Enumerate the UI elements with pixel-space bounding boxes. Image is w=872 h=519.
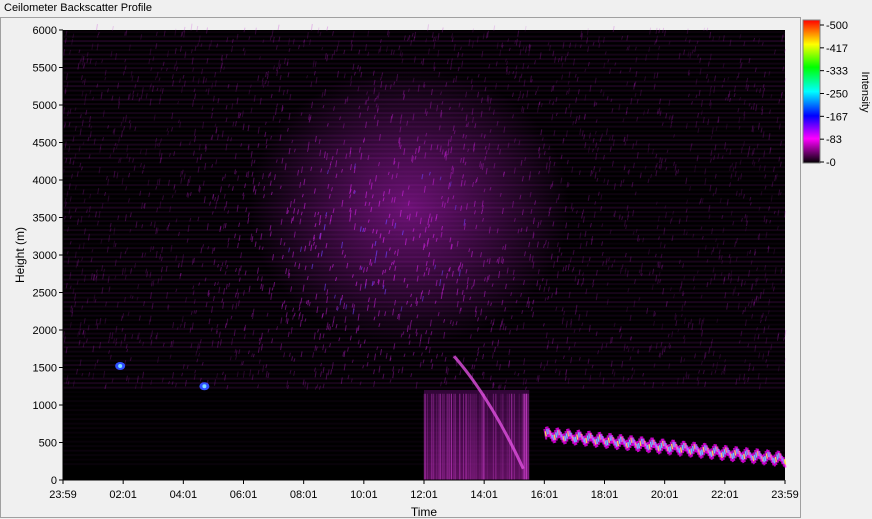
- noise-band: [63, 350, 785, 353]
- colorbar-title: Intensity: [859, 72, 871, 113]
- y-tick-label: 1000: [33, 400, 57, 412]
- x-tick-label: 23:59: [771, 489, 799, 501]
- x-tick-label: 08:01: [290, 489, 318, 501]
- noise-band: [63, 377, 785, 380]
- noise-band: [63, 53, 785, 56]
- noise-region-glow: [248, 67, 570, 345]
- noise-band: [63, 364, 785, 367]
- noise-band: [63, 35, 785, 38]
- y-tick-label: 0: [51, 475, 57, 487]
- speckle: [310, 23, 313, 31]
- y-tick-label: 5000: [33, 100, 57, 112]
- isolated-cloud-core: [118, 364, 123, 368]
- colorbar-tick-label: -0: [826, 157, 836, 169]
- x-tick-label: 02:01: [109, 489, 137, 501]
- y-tick-label: 4500: [33, 138, 57, 150]
- colorbar-tick-label: -250: [826, 89, 848, 101]
- y-axis-title: Height (m): [13, 227, 27, 283]
- y-tick-label: 3500: [33, 213, 57, 225]
- colorbar-tick-label: -167: [826, 111, 848, 123]
- x-tick-label: 20:01: [651, 489, 679, 501]
- noise-band: [63, 62, 785, 65]
- x-tick-label: 14:01: [470, 489, 498, 501]
- x-tick-label: 23:59: [49, 489, 77, 501]
- colorbar-tick-label: -417: [826, 43, 848, 55]
- colorbar: [802, 19, 821, 164]
- noise-band: [63, 368, 785, 371]
- backscatter-chart: 0 500 1000 1500 2000 2500 3000 3500 4000 4500 5000…: [13, 19, 871, 519]
- noise-band: [63, 382, 785, 385]
- y-tick-label: 4000: [33, 175, 57, 187]
- x-tick-label: 18:01: [591, 489, 619, 501]
- aerosol-layer-core: [783, 459, 787, 465]
- noise-band: [63, 44, 785, 47]
- noise-band: [63, 49, 785, 52]
- y-tick-label: 5500: [33, 63, 57, 75]
- y-tick-label: 3000: [33, 250, 57, 262]
- x-tick-label: 12:01: [410, 489, 438, 501]
- speckle: [277, 24, 280, 31]
- noise-band: [63, 373, 785, 376]
- x-tick-label: 10:01: [350, 489, 378, 501]
- colorbar-tick-label: -500: [826, 20, 848, 32]
- x-tick-label: 04:01: [170, 489, 198, 501]
- colorbar-tick-label: -83: [826, 134, 842, 146]
- noise-band: [63, 40, 785, 43]
- y-tick-label: 2000: [33, 325, 57, 337]
- speckle: [95, 23, 98, 31]
- x-axis-title: Time: [411, 505, 438, 519]
- x-tick-label: 22:01: [711, 489, 739, 501]
- noise-band: [63, 31, 785, 34]
- colorbar-tick-label: -333: [826, 66, 848, 78]
- y-tick-label: 500: [39, 438, 57, 450]
- y-tick-label: 2500: [33, 288, 57, 300]
- speckle: [190, 23, 193, 31]
- noise-band: [63, 386, 785, 389]
- isolated-cloud-core: [202, 384, 207, 389]
- x-tick-label: 06:01: [230, 489, 258, 501]
- x-tick-label: 16:01: [531, 489, 559, 501]
- y-tick-label: 1500: [33, 363, 57, 375]
- y-tick-label: 6000: [33, 25, 57, 37]
